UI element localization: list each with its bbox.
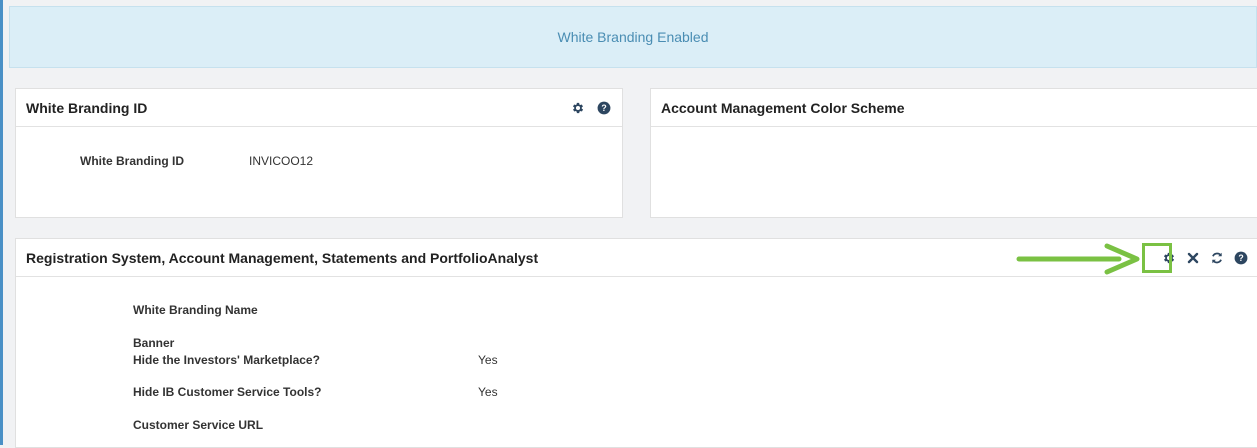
white-branding-id-label: White Branding ID [80, 154, 184, 168]
refresh-icon[interactable] [1209, 250, 1225, 266]
hide-marketplace-label: Hide the Investors' Marketplace? [133, 353, 320, 367]
panel-header: White Branding ID ? [16, 89, 622, 127]
svg-text:?: ? [601, 102, 606, 112]
close-icon[interactable] [1185, 250, 1201, 266]
white-branding-name-label: White Branding Name [133, 303, 258, 317]
help-icon[interactable]: ? [1233, 250, 1249, 266]
white-branding-status-banner: White Branding Enabled [9, 6, 1257, 68]
hide-service-tools-label: Hide IB Customer Service Tools? [133, 385, 322, 399]
color-scheme-panel: Account Management Color Scheme [650, 88, 1257, 218]
gear-icon[interactable] [570, 100, 586, 116]
customer-service-url-label: Customer Service URL [133, 418, 264, 432]
annotation-highlight-box [1142, 243, 1172, 273]
panel-toolbar: ? [570, 100, 612, 116]
hide-marketplace-value: Yes [478, 353, 498, 367]
left-border [0, 0, 3, 445]
panel-title: Registration System, Account Management,… [26, 249, 539, 266]
banner-text: White Branding Enabled [557, 29, 709, 45]
panel-header: Account Management Color Scheme [651, 89, 1257, 127]
white-branding-id-panel: White Branding ID ? White Branding ID IN… [15, 88, 623, 218]
panel-title: White Branding ID [26, 99, 148, 116]
svg-text:?: ? [1238, 252, 1243, 262]
panel-toolbar: ? [1161, 250, 1249, 266]
banner-label: Banner [133, 336, 175, 350]
panel-title: Account Management Color Scheme [661, 99, 905, 116]
annotation-arrow [1016, 243, 1140, 275]
help-icon[interactable]: ? [596, 100, 612, 116]
hide-service-tools-value: Yes [478, 385, 498, 399]
white-branding-id-value: INVICOO12 [249, 154, 314, 168]
